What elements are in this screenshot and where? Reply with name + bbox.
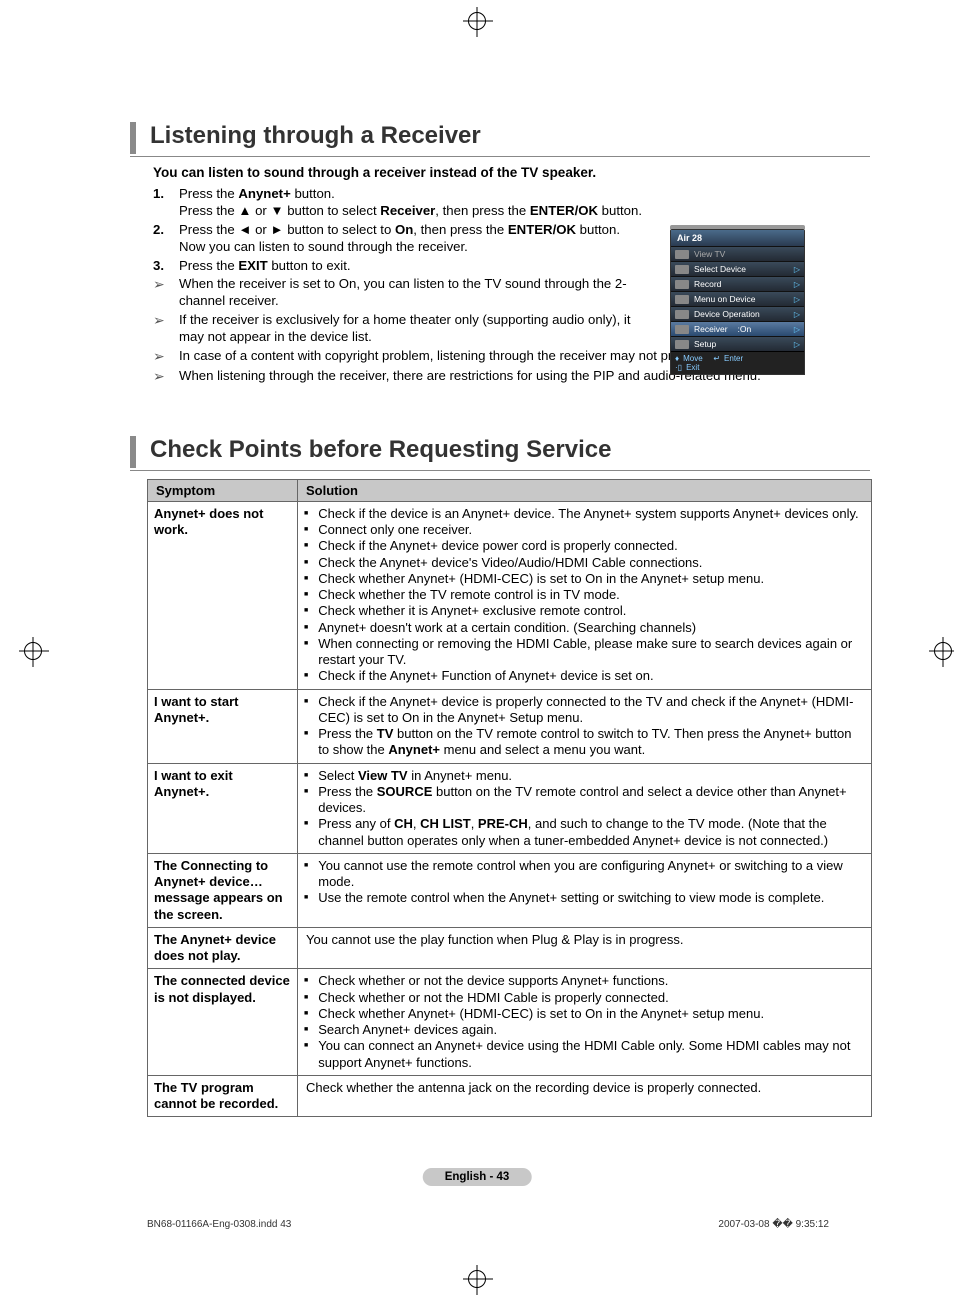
troubleshooting-table: Symptom Solution Anynet+ does not work.C… bbox=[147, 479, 872, 1118]
exit-icon: ·▯ bbox=[675, 363, 682, 372]
registration-mark-top bbox=[468, 12, 486, 30]
move-icon: ♦ bbox=[675, 354, 679, 363]
page: Listening through a Receiver You can lis… bbox=[85, 30, 869, 1270]
chevron-right-icon: ▷ bbox=[794, 310, 800, 319]
osd-row: Record▷ bbox=[671, 276, 804, 291]
osd-item-icon bbox=[675, 310, 689, 319]
osd-item-icon bbox=[675, 340, 689, 349]
registration-mark-right bbox=[934, 642, 952, 660]
osd-footer: ♦Move ↵Enter ·▯Exit bbox=[671, 351, 804, 374]
page-number-badge: English - 43 bbox=[423, 1168, 532, 1186]
step-2: 2. Press the ◄ or ► button to select to … bbox=[153, 222, 653, 256]
chevron-right-icon: ▷ bbox=[794, 295, 800, 304]
note-arrow-icon: ➢ bbox=[153, 348, 179, 366]
osd-title: Air 28 bbox=[671, 230, 804, 246]
section-checkpoints: Check Points before Requesting Service S… bbox=[85, 436, 869, 1118]
table-row: The Connecting to Anynet+ device… messag… bbox=[148, 853, 872, 927]
table-row: The TV program cannot be recorded.Check … bbox=[148, 1075, 872, 1117]
osd-row: Receiver:On▷ bbox=[671, 321, 804, 336]
heading-accent-bar bbox=[130, 122, 136, 154]
heading-underline bbox=[130, 156, 870, 157]
steps-list: 1. Press the Anynet+ button. Press the ▲… bbox=[153, 186, 653, 274]
heading-underline bbox=[130, 470, 870, 471]
note-1: ➢When the receiver is set to On, you can… bbox=[153, 276, 653, 310]
table-row: Anynet+ does not work.Check if the devic… bbox=[148, 501, 872, 689]
chevron-right-icon: ▷ bbox=[794, 265, 800, 274]
print-footer: BN68-01166A-Eng-0308.indd 43 2007-03-08 … bbox=[147, 1219, 829, 1230]
osd-row: Device Operation▷ bbox=[671, 306, 804, 321]
enter-icon: ↵ bbox=[713, 354, 720, 363]
heading-2: Check Points before Requesting Service bbox=[150, 436, 611, 468]
registration-mark-left bbox=[24, 642, 42, 660]
note-arrow-icon: ➢ bbox=[153, 276, 179, 310]
heading-accent-bar bbox=[130, 436, 136, 468]
osd-row: View TV bbox=[671, 246, 804, 261]
table-row: I want to exit Anynet+.Select View TV in… bbox=[148, 763, 872, 853]
table-row: I want to start Anynet+.Check if the Any… bbox=[148, 689, 872, 763]
osd-row: Select Device▷ bbox=[671, 261, 804, 276]
step-1: 1. Press the Anynet+ button. Press the ▲… bbox=[153, 186, 653, 220]
table-row: The Anynet+ device does not play.You can… bbox=[148, 927, 872, 969]
registration-mark-bottom bbox=[468, 1270, 486, 1288]
osd-item-icon bbox=[675, 295, 689, 304]
heading-1: Listening through a Receiver bbox=[150, 122, 481, 154]
osd-item-icon bbox=[675, 325, 689, 334]
osd-item-icon bbox=[675, 250, 689, 259]
chevron-right-icon: ▷ bbox=[794, 280, 800, 289]
chevron-right-icon: ▷ bbox=[794, 340, 800, 349]
osd-item-icon bbox=[675, 265, 689, 274]
th-symptom: Symptom bbox=[148, 479, 298, 501]
step-3: 3. Press the EXIT button to exit. bbox=[153, 258, 653, 275]
intro-text: You can listen to sound through a receiv… bbox=[153, 165, 869, 180]
note-arrow-icon: ➢ bbox=[153, 368, 179, 386]
table-row: The connected device is not displayed.Ch… bbox=[148, 969, 872, 1076]
note-2: ➢If the receiver is exclusively for a ho… bbox=[153, 312, 653, 346]
osd-menu: Air 28 View TVSelect Device▷Record▷Menu … bbox=[670, 225, 805, 375]
footer-left: BN68-01166A-Eng-0308.indd 43 bbox=[147, 1219, 291, 1230]
note-arrow-icon: ➢ bbox=[153, 312, 179, 346]
osd-item-icon bbox=[675, 280, 689, 289]
chevron-right-icon: ▷ bbox=[794, 325, 800, 334]
th-solution: Solution bbox=[298, 479, 872, 501]
footer-right: 2007-03-08 �� 9:35:12 bbox=[718, 1219, 829, 1230]
osd-row: Menu on Device▷ bbox=[671, 291, 804, 306]
osd-row: Setup▷ bbox=[671, 336, 804, 351]
